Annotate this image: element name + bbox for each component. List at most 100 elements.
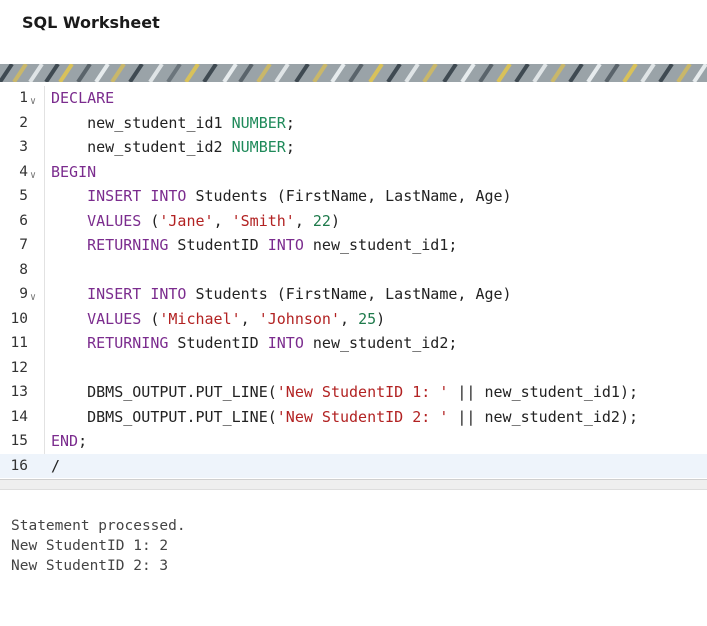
code-token: BEGIN	[51, 162, 97, 181]
line-number: 3	[19, 139, 28, 155]
code-line[interactable]: 1 ∨ DECLARE	[0, 86, 707, 111]
line-number: 10	[10, 310, 28, 327]
line-number: 8	[19, 261, 28, 278]
code-line[interactable]: 13 DBMS_OUTPUT.PUT_LINE('New StudentID 1…	[0, 380, 707, 405]
code-text: DECLARE	[51, 86, 114, 111]
code-text: INSERT INTO Students (FirstName, LastNam…	[51, 282, 512, 307]
code-token: 'New StudentID 2: '	[276, 407, 449, 426]
line-number: 7	[19, 237, 28, 253]
code-line[interactable]: 8	[0, 258, 707, 283]
code-token: INSERT INTO	[87, 285, 187, 303]
code-token: VALUES	[87, 309, 142, 328]
code-token: DECLARE	[51, 89, 115, 107]
code-token: StudentID	[168, 236, 268, 254]
code-token: || new_student_id2);	[448, 407, 639, 426]
code-token: INTO	[267, 236, 304, 254]
code-text: RETURNING StudentID INTO new_student_id1…	[51, 233, 457, 258]
line-number: 1	[19, 90, 28, 106]
code-token: ;	[78, 432, 88, 450]
code-line[interactable]: 2 new_student_id1 NUMBER;	[0, 111, 707, 136]
code-token: ;	[285, 138, 295, 156]
line-number: 6	[19, 212, 28, 229]
code-token: Students (FirstName, LastName, Age)	[186, 187, 512, 205]
code-line[interactable]: 4 ∨ BEGIN	[0, 160, 707, 185]
line-number: 9	[19, 286, 28, 302]
pane-splitter[interactable]	[0, 479, 707, 490]
code-token: )	[376, 309, 386, 328]
line-number: 11	[10, 335, 28, 351]
code-line[interactable]: 16 /	[0, 453, 707, 479]
code-line[interactable]: 15 END;	[0, 429, 707, 454]
code-token: new_student_id2	[51, 138, 232, 156]
code-token: DBMS_OUTPUT.PUT_LINE(	[51, 383, 277, 401]
code-text: RETURNING StudentID INTO new_student_id2…	[51, 331, 457, 356]
output-panel: Statement processed. New StudentID 1: 2 …	[0, 490, 707, 626]
code-token: NUMBER	[231, 113, 286, 132]
code-token: new_student_id1	[51, 113, 232, 132]
code-token: ,	[213, 211, 232, 230]
code-token: /	[51, 456, 61, 475]
output-line: Statement processed.	[11, 518, 186, 534]
code-token: DBMS_OUTPUT.PUT_LINE(	[51, 407, 277, 426]
code-token: 'Johnson'	[258, 309, 340, 328]
code-text: BEGIN	[51, 160, 96, 185]
code-token: RETURNING	[87, 334, 169, 352]
code-token: INTO	[267, 334, 304, 352]
line-number: 2	[19, 114, 28, 131]
code-token: VALUES	[87, 211, 142, 230]
code-token: Students (FirstName, LastName, Age)	[186, 285, 512, 303]
code-line[interactable]: 7 RETURNING StudentID INTO new_student_i…	[0, 233, 707, 258]
line-number: 5	[19, 188, 28, 204]
code-line[interactable]: 11 RETURNING StudentID INTO new_student_…	[0, 331, 707, 356]
code-token: (	[141, 309, 160, 328]
code-line[interactable]: 5 INSERT INTO Students (FirstName, LastN…	[0, 184, 707, 209]
code-token: 22	[312, 211, 331, 230]
code-token: || new_student_id1);	[448, 383, 639, 401]
code-text: VALUES ('Michael', 'Johnson', 25)	[51, 307, 385, 332]
code-token: 'New StudentID 1: '	[276, 383, 449, 401]
code-token: 'Jane'	[159, 211, 214, 230]
line-number: 12	[10, 359, 28, 376]
code-text: INSERT INTO Students (FirstName, LastNam…	[51, 184, 512, 209]
code-token: 25	[358, 309, 377, 328]
code-text: /	[51, 454, 60, 479]
code-editor[interactable]: 1 ∨ DECLARE 2 new_student_id1 NUMBER; 3 new_…	[0, 86, 707, 478]
code-token: 'Smith'	[231, 211, 295, 230]
line-number: 4	[19, 163, 28, 180]
code-line[interactable]: 14 DBMS_OUTPUT.PUT_LINE('New StudentID 2…	[0, 405, 707, 430]
code-line[interactable]: 10 VALUES ('Michael', 'Johnson', 25)	[0, 307, 707, 332]
code-text: VALUES ('Jane', 'Smith', 22)	[51, 209, 340, 234]
output-line: New StudentID 2: 3	[11, 558, 169, 574]
code-line[interactable]: 6 VALUES ('Jane', 'Smith', 22)	[0, 209, 707, 234]
code-token: )	[330, 211, 340, 230]
code-text: DBMS_OUTPUT.PUT_LINE('New StudentID 2: '…	[51, 405, 638, 430]
output-line: New StudentID 1: 2	[11, 538, 169, 554]
code-token: ,	[340, 309, 359, 328]
code-text: new_student_id2 NUMBER;	[51, 135, 295, 160]
line-number: 16	[10, 457, 28, 474]
code-token: NUMBER	[231, 138, 286, 156]
code-text: new_student_id1 NUMBER;	[51, 111, 295, 136]
code-token: RETURNING	[87, 236, 169, 254]
code-text: END;	[51, 429, 87, 454]
line-number: 14	[10, 408, 28, 425]
code-token: StudentID	[168, 334, 268, 352]
decorative-banner	[0, 64, 707, 82]
code-token: 'Michael'	[159, 309, 241, 328]
code-token: ,	[294, 211, 313, 230]
code-line[interactable]: 9 ∨ INSERT INTO Students (FirstName, Last…	[0, 282, 707, 307]
code-token: new_student_id2;	[303, 334, 458, 352]
page-title: SQL Worksheet	[22, 13, 160, 32]
code-token: ,	[240, 309, 259, 328]
worksheet-header: SQL Worksheet	[0, 0, 707, 64]
code-text: DBMS_OUTPUT.PUT_LINE('New StudentID 1: '…	[51, 380, 638, 405]
code-line[interactable]: 12	[0, 356, 707, 381]
code-line[interactable]: 3 new_student_id2 NUMBER;	[0, 135, 707, 160]
code-token: new_student_id1;	[303, 236, 458, 254]
code-token: INSERT INTO	[87, 187, 187, 205]
